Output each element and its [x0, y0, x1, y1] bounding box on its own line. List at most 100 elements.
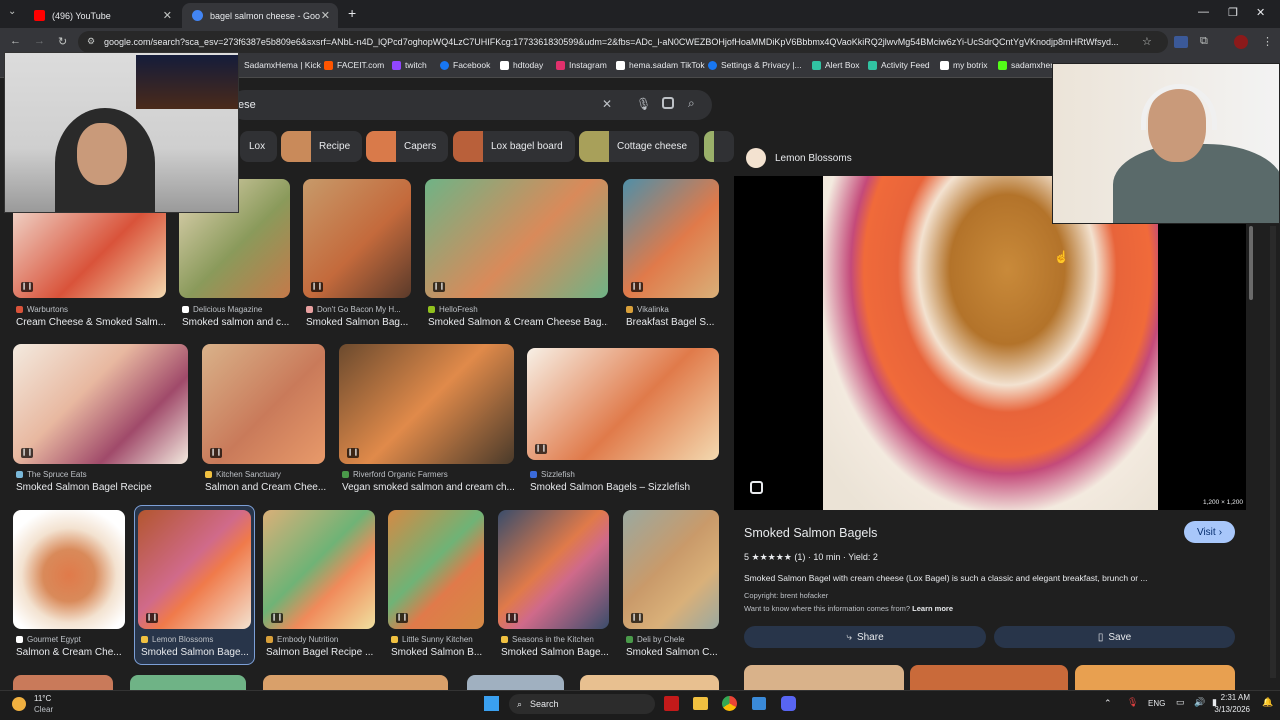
result-source[interactable]: HelloFresh — [428, 305, 478, 314]
result-image[interactable]: ❙❙ — [388, 510, 484, 629]
tab-google[interactable]: bagel salmon cheese - Google ✕ — [182, 3, 338, 28]
microphone-icon[interactable]: 🎙 — [1127, 697, 1138, 708]
bookmark-item[interactable]: twitch — [392, 60, 427, 70]
result-source[interactable]: Delicious Magazine — [182, 305, 262, 314]
result-title[interactable]: Smoked salmon and c... — [182, 317, 292, 328]
result-title[interactable]: Smoked Salmon Bage... — [501, 647, 613, 658]
bookmark-item[interactable]: sadamxher — [998, 60, 1053, 70]
back-icon[interactable]: ← — [10, 35, 21, 47]
result-source[interactable]: Gourmet Egypt — [16, 635, 81, 644]
notification-bell-icon[interactable]: 🔔 — [1262, 697, 1273, 708]
close-tab-icon[interactable]: ✕ — [321, 9, 330, 22]
result-image[interactable]: ❙❙ — [339, 344, 514, 464]
result-image[interactable]: ❙❙ — [527, 348, 719, 460]
bookmark-item[interactable]: Facebook — [440, 60, 490, 70]
address-bar[interactable]: google.com/search?sca_esv=273f6387e5b809… — [78, 31, 1168, 53]
language-indicator[interactable]: ENG — [1148, 699, 1165, 708]
result-image[interactable]: ❙❙ — [498, 510, 609, 629]
result-source[interactable]: Lemon Blossoms — [141, 635, 213, 644]
reload-icon[interactable]: ↻ — [58, 35, 67, 48]
result-title[interactable]: Smoked Salmon Bagels – Sizzlefish — [530, 482, 720, 493]
result-title[interactable]: Salmon & Cream Che... — [16, 647, 128, 658]
result-source[interactable]: Vikalinka — [626, 305, 669, 314]
result-image[interactable]: ❙❙ — [13, 344, 188, 464]
bookmark-item[interactable]: hdtoday — [500, 60, 543, 70]
bookmark-item[interactable]: FACEIT.com — [324, 60, 384, 70]
result-source[interactable]: Seasons in the Kitchen — [501, 635, 594, 644]
filter-chip[interactable]: Capers — [366, 131, 449, 162]
volume-icon[interactable]: 🔊 — [1194, 697, 1205, 708]
result-source[interactable]: Deli by Chele — [626, 635, 685, 644]
close-window-icon[interactable]: ✕ — [1256, 6, 1265, 19]
bookmark-item[interactable]: SadamxHema | Kick — [244, 60, 321, 70]
result-title[interactable]: Smoked Salmon & Cream Cheese Bag... — [428, 317, 608, 328]
result-source[interactable]: Riverford Organic Farmers — [342, 470, 448, 479]
app-icon[interactable] — [664, 696, 679, 711]
filter-chip[interactable] — [704, 131, 734, 162]
bookmark-item[interactable]: my botrix — [940, 60, 987, 70]
result-image[interactable] — [580, 675, 719, 690]
result-source[interactable]: Kitchen Sanctuary — [205, 470, 281, 479]
result-title[interactable]: Salmon Bagel Recipe ... — [266, 647, 378, 658]
weather-desc[interactable]: Clear — [34, 705, 53, 714]
bookmark-item[interactable]: Settings & Privacy |... — [708, 60, 802, 70]
filter-chip[interactable]: Recipe — [281, 131, 363, 162]
bookmark-item[interactable]: Activity Feed — [868, 60, 930, 70]
result-image[interactable]: ❙❙ — [623, 179, 719, 298]
result-title[interactable]: Breakfast Bagel S... — [626, 317, 720, 328]
result-image[interactable] — [130, 675, 246, 690]
tray-overflow-icon[interactable]: ⌃ — [1104, 698, 1112, 709]
result-image[interactable]: ❙❙ — [263, 510, 375, 629]
result-source[interactable]: Don't Go Bacon My H... — [306, 305, 401, 314]
bookmark-item[interactable]: hema.sadam TikTok — [616, 60, 705, 70]
extensions-icon[interactable]: ⧉ — [1200, 35, 1208, 48]
weather-temp[interactable]: 11°C — [34, 694, 51, 703]
close-tab-icon[interactable]: ✕ — [163, 9, 172, 22]
clear-search-icon[interactable]: ✕ — [602, 97, 612, 111]
extension-badge-icon[interactable] — [1174, 36, 1188, 48]
site-info-icon[interactable]: ⚙ — [87, 36, 95, 47]
result-source[interactable]: Embody Nutrition — [266, 635, 338, 644]
result-image[interactable]: ❙❙ — [303, 179, 411, 298]
discord-icon[interactable] — [781, 696, 796, 711]
bookmark-item[interactable]: Instagram — [556, 60, 607, 70]
clock-date[interactable]: 3/13/2026 — [1214, 705, 1250, 714]
result-title[interactable]: Smoked Salmon C... — [626, 647, 720, 658]
result-image[interactable]: ❙❙ — [202, 344, 325, 464]
result-title[interactable]: Smoked Salmon B... — [391, 647, 487, 658]
result-title[interactable]: Smoked Salmon Bage... — [141, 647, 251, 658]
visit-button[interactable]: Visit › — [1184, 521, 1235, 543]
file-explorer-icon[interactable] — [693, 697, 708, 710]
minimize-icon[interactable]: — — [1198, 6, 1209, 18]
related-image[interactable] — [744, 665, 904, 690]
result-title[interactable]: Cream Cheese & Smoked Salm... — [16, 317, 168, 328]
network-icon[interactable]: ▭ — [1176, 697, 1185, 708]
result-source[interactable]: Warburtons — [16, 305, 68, 314]
windows-start-icon[interactable] — [484, 696, 499, 711]
voice-search-icon[interactable]: 🎙 — [636, 97, 651, 111]
weather-icon[interactable] — [12, 697, 26, 711]
bookmark-item[interactable]: Alert Box — [812, 60, 860, 70]
taskbar-search[interactable]: ⌕ Search — [509, 694, 655, 714]
profile-avatar[interactable] — [1234, 35, 1248, 49]
forward-icon[interactable]: → — [34, 35, 45, 47]
related-image[interactable] — [910, 665, 1068, 690]
result-title[interactable]: Vegan smoked salmon and cream ch... — [342, 482, 514, 493]
result-source[interactable]: Sizzlefish — [530, 470, 575, 479]
result-title[interactable]: Smoked Salmon Bagel Recipe — [16, 482, 188, 493]
related-image[interactable] — [1075, 665, 1235, 690]
search-icon[interactable]: ⌕ — [688, 96, 695, 111]
result-image[interactable]: ❙❙ — [138, 510, 251, 629]
share-button[interactable]: ⤷ Share — [744, 626, 986, 648]
lens-icon[interactable] — [662, 97, 674, 109]
panel-title[interactable]: Smoked Salmon Bagels — [744, 526, 877, 540]
result-image[interactable] — [263, 675, 448, 690]
tab-search-icon[interactable]: ⌄ — [8, 6, 16, 17]
result-image[interactable]: ❙❙ — [623, 510, 719, 629]
bookmark-star-icon[interactable]: ☆ — [1142, 35, 1152, 48]
panel-site-name[interactable]: Lemon Blossoms — [775, 153, 852, 164]
new-tab-button[interactable]: + — [348, 5, 356, 21]
filter-chip[interactable]: Cottage cheese — [579, 131, 700, 162]
filter-chip[interactable]: Lox — [240, 131, 278, 162]
chrome-icon[interactable] — [722, 696, 737, 711]
